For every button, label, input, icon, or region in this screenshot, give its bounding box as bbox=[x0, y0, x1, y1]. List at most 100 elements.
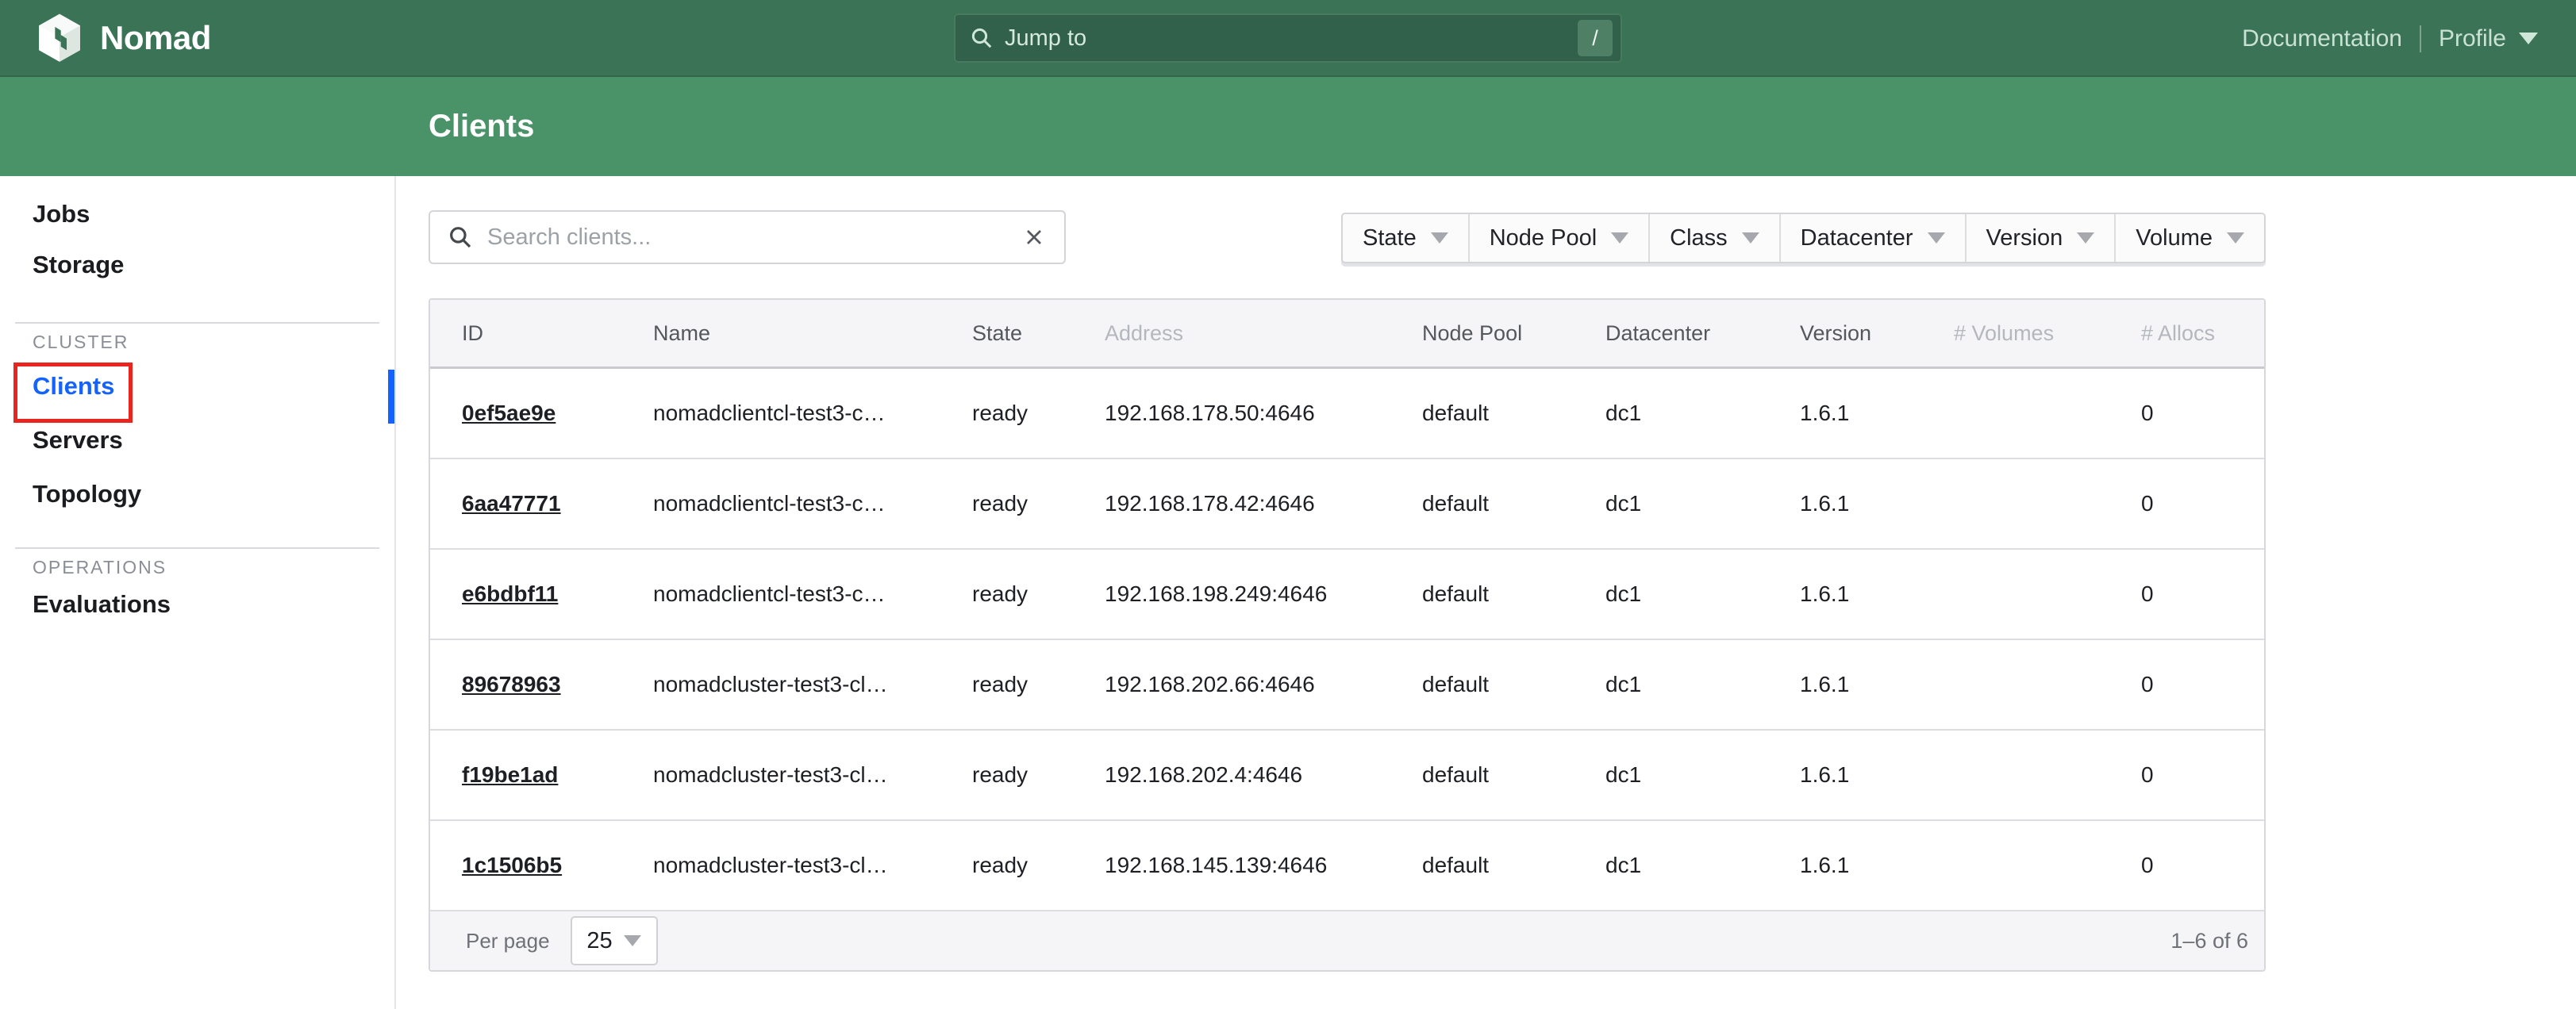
cell-address: 192.168.202.4:4646 bbox=[1105, 762, 1422, 788]
chevron-down-icon bbox=[1611, 232, 1628, 244]
cell-address: 192.168.145.139:4646 bbox=[1105, 853, 1422, 878]
client-id-link[interactable]: e6bdbf11 bbox=[462, 581, 558, 606]
sidebar-section-cluster: CLUSTER bbox=[0, 330, 394, 354]
cell-state: ready bbox=[972, 853, 1105, 878]
column-header-name[interactable]: Name bbox=[653, 321, 972, 346]
documentation-link[interactable]: Documentation bbox=[2242, 25, 2402, 52]
client-id-link[interactable]: 1c1506b5 bbox=[462, 853, 562, 877]
cell-version: 1.6.1 bbox=[1800, 762, 1954, 788]
column-header-version[interactable]: Version bbox=[1800, 321, 1954, 346]
client-id-link[interactable]: 0ef5ae9e bbox=[462, 401, 556, 425]
table-row[interactable]: 6aa47771nomadclientcl-test3-c…ready192.1… bbox=[430, 459, 2264, 550]
cell-node-pool: default bbox=[1422, 762, 1605, 788]
sidebar-item-clients[interactable]: Clients bbox=[0, 361, 394, 412]
cell-state: ready bbox=[972, 672, 1105, 697]
cell-state: ready bbox=[972, 581, 1105, 607]
table-row[interactable]: e6bdbf11 nomadclientcl-test3-c…ready192.1… bbox=[430, 550, 2264, 640]
filter-node-pool[interactable]: Node Pool bbox=[1468, 214, 1648, 262]
table-header-row: IDNameStateAddressNode PoolDatacenterVer… bbox=[430, 300, 2264, 369]
column-header-id[interactable]: ID bbox=[462, 321, 653, 346]
cell-datacenter: dc1 bbox=[1605, 672, 1800, 697]
filter-label: Class bbox=[1670, 225, 1728, 251]
cell-name: nomadcluster-test3-cl… bbox=[653, 672, 972, 697]
sidebar-item-jobs[interactable]: Jobs bbox=[0, 189, 394, 240]
filter-label: Version bbox=[1986, 225, 2063, 251]
pagination-range: 1–6 of 6 bbox=[2170, 929, 2248, 953]
sidebar-divider bbox=[15, 322, 379, 324]
topbar-separator bbox=[2420, 25, 2421, 52]
per-page-select[interactable]: 25 bbox=[571, 916, 658, 965]
table-row[interactable]: f19be1adnomadcluster-test3-cl…ready192.1… bbox=[430, 731, 2264, 821]
cell-node-pool: default bbox=[1422, 581, 1605, 607]
filter-class[interactable]: Class bbox=[1648, 214, 1779, 262]
top-nav: Nomad Jump to / Documentation Profile bbox=[0, 0, 2576, 77]
cell-node-pool: default bbox=[1422, 672, 1605, 697]
clear-search-icon[interactable] bbox=[1021, 224, 1047, 250]
column-header-volumes: # Volumes bbox=[1954, 321, 2141, 346]
cell-allocs: 0 bbox=[2141, 491, 2264, 516]
profile-menu[interactable]: Profile bbox=[2439, 25, 2538, 52]
cell-datacenter: dc1 bbox=[1605, 762, 1800, 788]
cell-state: ready bbox=[972, 401, 1105, 426]
search-icon bbox=[970, 26, 994, 50]
cell-id: 89678963 bbox=[462, 672, 653, 697]
sidebar-item-topology[interactable]: Topology bbox=[0, 469, 394, 520]
column-header-node-pool[interactable]: Node Pool bbox=[1422, 321, 1605, 346]
chevron-down-icon bbox=[2077, 232, 2094, 244]
filter-datacenter[interactable]: Datacenter bbox=[1779, 214, 1965, 262]
cell-version: 1.6.1 bbox=[1800, 581, 1954, 607]
clients-search-placeholder: Search clients... bbox=[487, 224, 651, 251]
chevron-down-icon bbox=[624, 935, 641, 946]
sidebar: Jobs Storage CLUSTER Clients Servers Top… bbox=[0, 176, 396, 1009]
cell-node-pool: default bbox=[1422, 491, 1605, 516]
cell-node-pool: default bbox=[1422, 853, 1605, 878]
filter-state[interactable]: State bbox=[1343, 214, 1468, 262]
sidebar-divider bbox=[15, 547, 379, 549]
table-row[interactable]: 1c1506b5nomadcluster-test3-cl…ready192.1… bbox=[430, 821, 2264, 911]
table-row[interactable]: 0ef5ae9enomadclientcl-test3-c…ready192.1… bbox=[430, 369, 2264, 459]
cell-address: 192.168.202.66:4646 bbox=[1105, 672, 1422, 697]
filter-label: Datacenter bbox=[1801, 225, 1913, 251]
column-header-datacenter[interactable]: Datacenter bbox=[1605, 321, 1800, 346]
cell-name: nomadclientcl-test3-c… bbox=[653, 581, 972, 607]
client-id-link[interactable]: 89678963 bbox=[462, 672, 561, 696]
client-id-link[interactable]: f19be1ad bbox=[462, 762, 558, 787]
table-row[interactable]: 89678963 nomadcluster-test3-cl…ready192.1… bbox=[430, 640, 2264, 731]
filter-version[interactable]: Version bbox=[1965, 214, 2115, 262]
filter-label: State bbox=[1363, 225, 1417, 251]
cell-address: 192.168.198.249:4646 bbox=[1105, 581, 1422, 607]
jump-to-search[interactable]: Jump to / bbox=[954, 13, 1622, 63]
cell-id: 6aa47771 bbox=[462, 491, 653, 516]
cell-id: 1c1506b5 bbox=[462, 853, 653, 878]
cell-state: ready bbox=[972, 491, 1105, 516]
per-page-label: Per page bbox=[466, 929, 550, 953]
chevron-down-icon bbox=[1431, 232, 1448, 244]
sidebar-item-storage[interactable]: Storage bbox=[0, 240, 394, 290]
sidebar-item-servers[interactable]: Servers bbox=[0, 415, 394, 466]
clients-search-input[interactable]: Search clients... bbox=[429, 210, 1066, 264]
cell-state: ready bbox=[972, 762, 1105, 788]
cell-node-pool: default bbox=[1422, 401, 1605, 426]
cell-allocs: 0 bbox=[2141, 762, 2264, 788]
cell-version: 1.6.1 bbox=[1800, 491, 1954, 516]
clients-table: IDNameStateAddressNode PoolDatacenterVer… bbox=[429, 298, 2266, 972]
nomad-logo[interactable]: Nomad bbox=[0, 13, 211, 63]
column-header-allocs: # Allocs bbox=[2141, 321, 2264, 346]
column-header-state[interactable]: State bbox=[972, 321, 1105, 346]
cell-datacenter: dc1 bbox=[1605, 401, 1800, 426]
nomad-logo-icon bbox=[37, 13, 83, 63]
cell-version: 1.6.1 bbox=[1800, 401, 1954, 426]
client-id-link[interactable]: 6aa47771 bbox=[462, 491, 561, 516]
filter-bar: State Node Pool Class Datacenter Version Volu… bbox=[1341, 213, 2266, 263]
sidebar-item-evaluations[interactable]: Evaluations bbox=[0, 579, 394, 630]
cell-datacenter: dc1 bbox=[1605, 853, 1800, 878]
cell-address: 192.168.178.50:4646 bbox=[1105, 401, 1422, 426]
cell-id: e6bdbf11 bbox=[462, 581, 653, 607]
sidebar-item-clients-label: Clients bbox=[33, 372, 114, 400]
filter-volume[interactable]: Volume bbox=[2114, 214, 2264, 262]
cell-name: nomadclientcl-test3-c… bbox=[653, 491, 972, 516]
shortcut-key-badge: / bbox=[1578, 20, 1613, 56]
brand-wordmark: Nomad bbox=[100, 19, 211, 57]
profile-label: Profile bbox=[2439, 25, 2506, 52]
cell-id: 0ef5ae9e bbox=[462, 401, 653, 426]
